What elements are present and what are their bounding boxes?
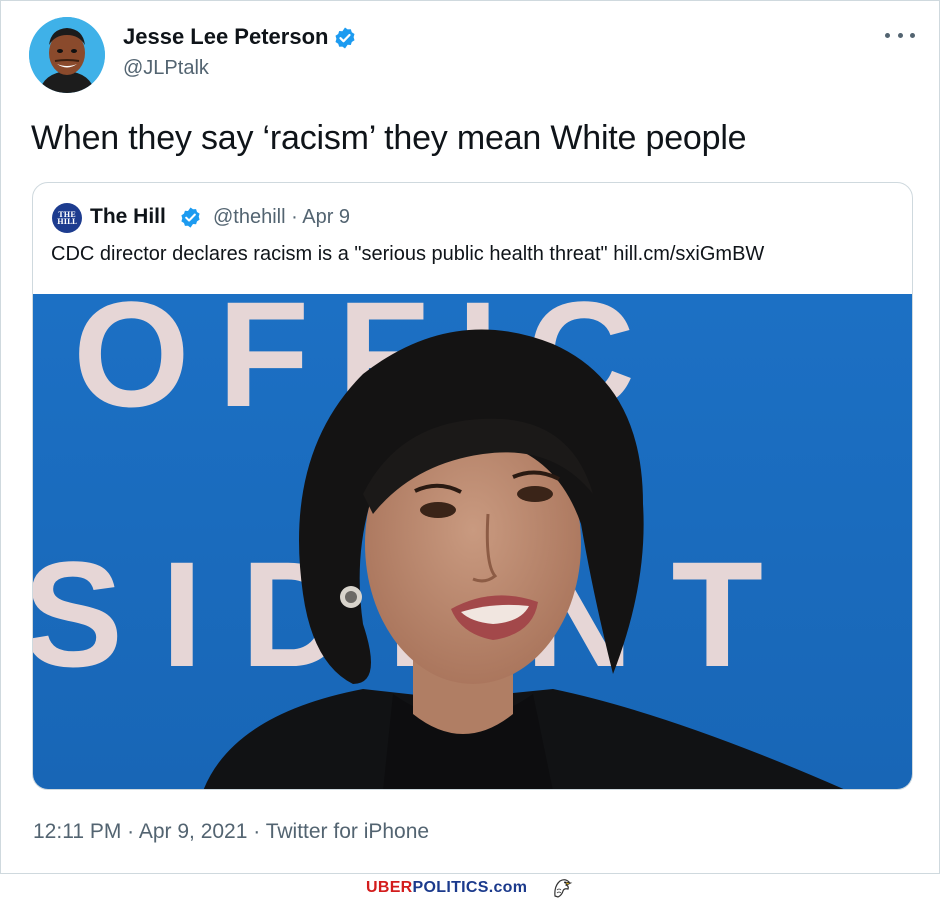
more-dots-icon [885, 32, 890, 38]
tweet-card: Jesse Lee Peterson @JLPtalk When they sa… [0, 0, 940, 874]
the-hill-logo: THE HILL [57, 210, 77, 226]
quoted-author-name[interactable]: The Hill [90, 205, 166, 229]
watermark-uber: UBER [366, 879, 413, 896]
quoted-handle-date: @thehill · Apr 9 [213, 206, 351, 228]
verified-badge-icon [181, 207, 200, 228]
eagle-icon [554, 879, 573, 898]
watermark: UBERPOLITICS.com [0, 874, 940, 901]
tweet-timestamp[interactable]: 12:11 PM · Apr 9, 2021 · Twitter for iPh… [33, 820, 429, 844]
quoted-tweet[interactable]: THE HILL The Hill @thehill · Apr 9 CDC d… [32, 182, 913, 790]
quoted-tweet-text: CDC director declares racism is a "serio… [51, 243, 765, 265]
more-options-button[interactable] [885, 23, 915, 47]
author-handle[interactable]: @JLPtalk [123, 57, 209, 80]
quoted-tweet-photo[interactable]: OFFIC SIDENT [33, 294, 912, 789]
verified-badge-icon [335, 27, 355, 49]
watermark-text: UBERPOLITICS.com [366, 879, 527, 897]
author-avatar[interactable] [29, 17, 105, 93]
quoted-author-avatar[interactable]: THE HILL [52, 203, 82, 233]
watermark-politics: POLITICS.com [412, 879, 528, 896]
author-name[interactable]: Jesse Lee Peterson [123, 24, 328, 50]
tweet-text: When they say ‘racism’ they mean White p… [31, 119, 747, 157]
cartoon-portrait-icon [29, 17, 105, 93]
cdc-director-photo: OFFIC SIDENT [33, 294, 912, 789]
